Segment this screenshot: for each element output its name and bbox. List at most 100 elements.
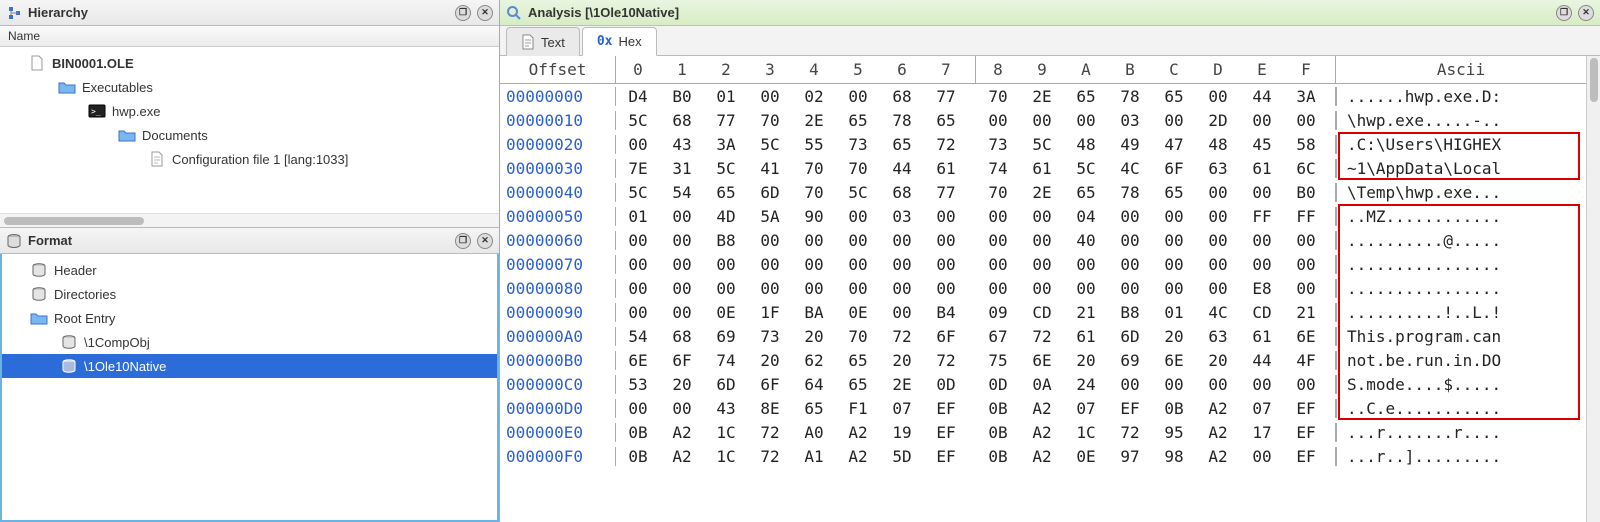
popout-button[interactable] (455, 233, 471, 249)
hex-byte: 00 (924, 207, 968, 226)
format-item-label: Header (54, 263, 97, 278)
hex-row[interactable]: 0000009000000E1FBA0E00B409CD21B8014CCD21… (500, 300, 1586, 324)
hex-byte: 00 (1284, 111, 1328, 130)
hierarchy-item[interactable]: BIN0001.OLE (0, 51, 499, 75)
hex-byte: 6E (1284, 327, 1328, 346)
close-button[interactable] (477, 233, 493, 249)
hex-row[interactable]: 000000F00BA21C72A1A25DEF0BA20E9798A200EF… (500, 444, 1586, 468)
analysis-tabbar: Text 0x Hex (500, 26, 1600, 56)
hex-byte: FF (1240, 207, 1284, 226)
hex-byte: F1 (836, 399, 880, 418)
hex-byte: 72 (924, 351, 968, 370)
db-icon (60, 334, 78, 350)
hex-byte: 00 (660, 231, 704, 250)
hex-row[interactable]: 000000800000000000000000000000000000E800… (500, 276, 1586, 300)
hex-byte: A1 (792, 447, 836, 466)
close-button[interactable] (1578, 5, 1594, 21)
hex-row[interactable]: 00000000D4B0010002006877702E65786500443A… (500, 84, 1586, 108)
hex-byte: 5A (748, 207, 792, 226)
hex-row[interactable]: 000000C053206D6F64652E0D0D0A240000000000… (500, 372, 1586, 396)
hex-byte: 00 (1152, 279, 1196, 298)
hex-byte: 6D (1108, 327, 1152, 346)
hex-body[interactable]: 00000000D4B0010002006877702E65786500443A… (500, 84, 1586, 468)
hierarchy-item[interactable]: >_hwp.exe (0, 99, 499, 123)
hex-byte: B4 (924, 303, 968, 322)
db-icon (30, 262, 48, 278)
format-tree[interactable]: Header DirectoriesRoot Entry\1CompObj \1Ol… (2, 254, 497, 520)
hierarchy-hscroll[interactable] (0, 213, 499, 227)
format-item[interactable]: \1Ole10Native (2, 354, 497, 378)
hex-byte: 63 (1196, 327, 1240, 346)
hex-byte: 8E (748, 399, 792, 418)
hex-byte: 00 (836, 279, 880, 298)
hex-byte: 1F (748, 303, 792, 322)
hex-byte: 09 (976, 303, 1020, 322)
hex-byte: 01 (616, 207, 660, 226)
tab-hex[interactable]: 0x Hex (582, 27, 657, 56)
hex-offset: 000000D0 (500, 399, 616, 418)
hex-row[interactable]: 0000002000433A5C55736572735C484947484558… (500, 132, 1586, 156)
close-button[interactable] (477, 5, 493, 21)
hex-row[interactable]: 000000105C6877702E65786500000003002D0000… (500, 108, 1586, 132)
hex-vscroll[interactable] (1586, 56, 1600, 522)
popout-button[interactable] (455, 5, 471, 21)
hex-byte: 5C (1020, 135, 1064, 154)
hex-byte: 00 (1196, 207, 1240, 226)
format-item[interactable]: \1CompObj (2, 330, 497, 354)
hex-ascii: ...r.......r.... (1336, 423, 1586, 442)
format-item[interactable]: Root Entry (2, 306, 497, 330)
format-item[interactable]: Header (2, 258, 497, 282)
hex-byte: 73 (976, 135, 1020, 154)
hex-row[interactable]: 000000E00BA21C72A0A219EF0BA21C7295A217EF… (500, 420, 1586, 444)
hex-row[interactable]: 000000D00000438E65F107EF0BA207EF0BA207EF… (500, 396, 1586, 420)
hex-row[interactable]: 000000307E315C417070446174615C4C6F63616C… (500, 156, 1586, 180)
hex-byte: 43 (704, 399, 748, 418)
format-item-label: \1Ole10Native (84, 359, 166, 374)
hex-row[interactable]: 000000B06E6F742062652072756E20696E20444F… (500, 348, 1586, 372)
hierarchy-tree[interactable]: BIN0001.OLEExecutables>_hwp.exeDocuments… (0, 47, 499, 213)
hex-byte: 00 (976, 231, 1020, 250)
hex-byte: 00 (1284, 255, 1328, 274)
hex-row[interactable]: 000000405C54656D705C6877702E6578650000B0… (500, 180, 1586, 204)
tab-text[interactable]: Text (506, 27, 580, 56)
hex-row[interactable]: 0000005001004D5A90000300000004000000FFFF… (500, 204, 1586, 228)
popout-button[interactable] (1556, 5, 1572, 21)
hex-byte: 1C (1064, 423, 1108, 442)
hex-byte: 00 (1108, 207, 1152, 226)
hex-byte: 00 (1152, 255, 1196, 274)
hex-byte: 00 (976, 279, 1020, 298)
hex-byte: 61 (1064, 327, 1108, 346)
hex-byte: 78 (1108, 87, 1152, 106)
format-title: Format (28, 233, 72, 248)
hierarchy-item[interactable]: Configuration file 1 [lang:1033] (0, 147, 499, 171)
hex-row[interactable]: 000000600000B800000000000000400000000000… (500, 228, 1586, 252)
hex-byte: 00 (1240, 375, 1284, 394)
hierarchy-item[interactable]: Documents (0, 123, 499, 147)
hex-byte: 6F (748, 375, 792, 394)
hex-byte: 48 (1064, 135, 1108, 154)
name-column-header[interactable]: Name (0, 26, 499, 47)
format-item[interactable]: Directories (2, 282, 497, 306)
hex-byte: 0A (1020, 375, 1064, 394)
hierarchy-item[interactable]: Executables (0, 75, 499, 99)
hex-row[interactable]: 000000A0546869732070726F6772616D2063616E… (500, 324, 1586, 348)
hex-ascii: ..........!..L.! (1336, 303, 1586, 322)
hex-byte: 00 (616, 135, 660, 154)
hex-byte: 1C (704, 447, 748, 466)
hex-byte: 5C (836, 183, 880, 202)
hex-byte: 64 (792, 375, 836, 394)
hex-byte: 20 (1196, 351, 1240, 370)
hex-byte: 00 (1284, 231, 1328, 250)
svg-text:>_: >_ (91, 107, 101, 116)
hex-byte: 07 (1240, 399, 1284, 418)
hex-row[interactable]: 0000007000000000000000000000000000000000… (500, 252, 1586, 276)
hex-byte: 00 (1196, 183, 1240, 202)
hex-byte: 00 (880, 231, 924, 250)
hex-byte: 98 (1152, 447, 1196, 466)
hex-byte: 00 (924, 231, 968, 250)
hex-byte: 00 (976, 111, 1020, 130)
hex-byte: 00 (748, 231, 792, 250)
hex-byte: 72 (924, 135, 968, 154)
hex-byte: 73 (748, 327, 792, 346)
hex-ascii: This.program.can (1336, 327, 1586, 346)
